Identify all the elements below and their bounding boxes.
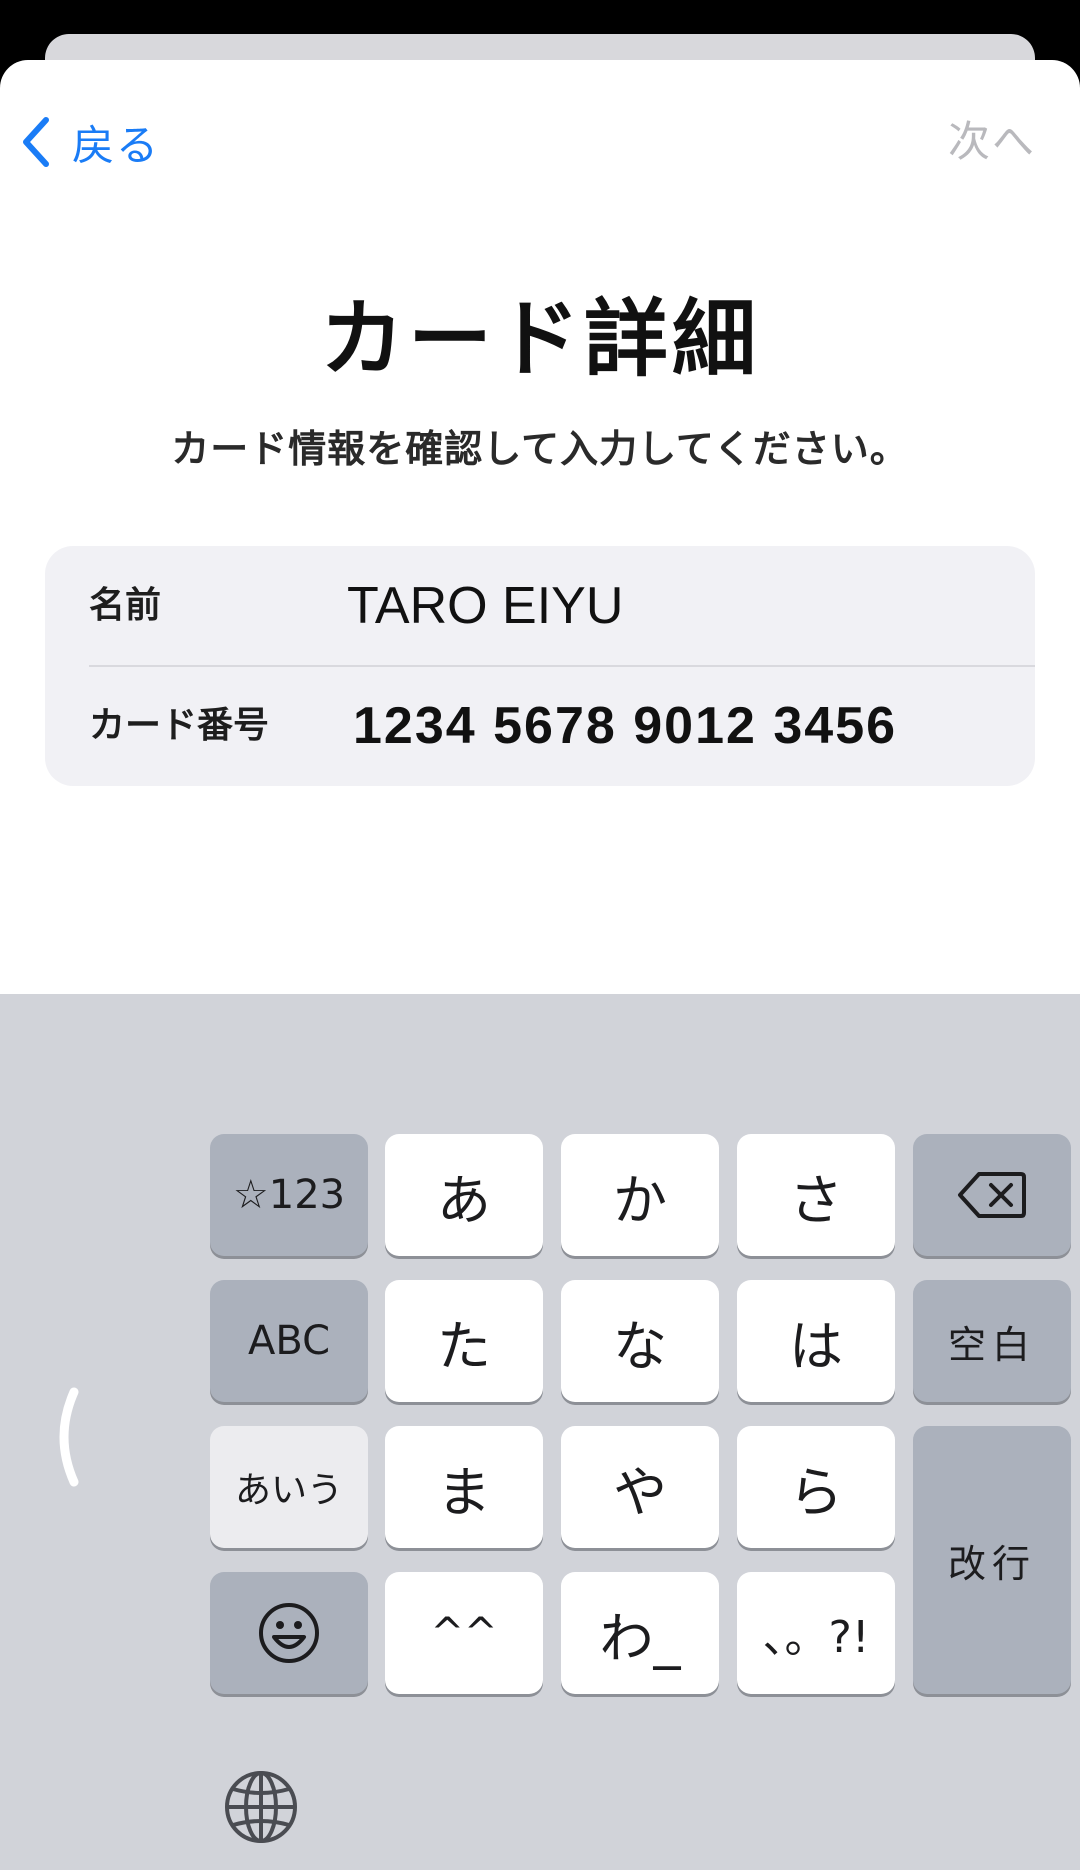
kana-key-label: わ_	[599, 1606, 681, 1670]
next-button[interactable]: 次へ	[948, 110, 1036, 174]
kana-key-ka[interactable]: か	[561, 1134, 719, 1256]
punctuation-key[interactable]: 、。?!	[737, 1572, 895, 1694]
chevron-left-icon[interactable]	[46, 1386, 80, 1488]
name-field[interactable]	[347, 546, 1007, 666]
kana-key-label: さ	[789, 1168, 843, 1232]
abc-mode-label: ABC	[247, 1318, 331, 1364]
kana-key-label: か	[613, 1168, 667, 1232]
globe-icon[interactable]	[222, 1768, 300, 1846]
kana-key-label: ま	[437, 1460, 491, 1524]
card-form: 名前 カード番号	[45, 546, 1035, 786]
return-key[interactable]: 改行	[913, 1426, 1071, 1694]
emoji-key[interactable]	[210, 1572, 368, 1694]
kana-mode-label: あいう	[234, 1470, 343, 1511]
return-key-label: 改行	[947, 1541, 1036, 1586]
delete-key[interactable]	[913, 1134, 1071, 1256]
kana-key-ha[interactable]: は	[737, 1280, 895, 1402]
screen: 戻る 次へ カード詳細 カード情報を確認して入力してください。 名前 カード番号…	[0, 0, 1080, 1870]
back-button[interactable]: 戻る	[20, 110, 160, 174]
space-key-label: 空白	[947, 1322, 1036, 1367]
symbols-mode-key[interactable]: ☆123	[210, 1134, 368, 1256]
chevron-left-icon	[23, 117, 49, 167]
card-number-label: カード番号	[89, 705, 270, 746]
backspace-icon	[958, 1172, 1026, 1218]
symbols-mode-label: ☆123	[232, 1172, 346, 1218]
page-title: カード詳細	[319, 290, 760, 388]
kana-key-a[interactable]: あ	[385, 1134, 543, 1256]
kana-key-label: ら	[789, 1460, 843, 1524]
kana-key-label: あ	[437, 1168, 491, 1232]
kana-key-label: た	[437, 1314, 491, 1378]
punctuation-key-label: 、。?!	[762, 1612, 870, 1663]
kaomoji-key-label: ^^	[430, 1610, 498, 1656]
kana-key-wa[interactable]: わ_	[561, 1572, 719, 1694]
kana-key-label: や	[613, 1460, 667, 1524]
kana-key-ma[interactable]: ま	[385, 1426, 543, 1548]
name-label: 名前	[89, 585, 162, 626]
kana-key-label: は	[789, 1314, 843, 1378]
card-number-field[interactable]	[353, 666, 1013, 786]
kaomoji-key[interactable]: ^^	[385, 1572, 543, 1694]
name-row: 名前	[45, 546, 1035, 667]
kana-key-na[interactable]: な	[561, 1280, 719, 1402]
kana-mode-key[interactable]: あいう	[210, 1426, 368, 1548]
back-button-label: 戻る	[72, 120, 161, 170]
japanese-kana-keyboard: ☆123 あ か さ ABC た な は 空白 あいう ま や ら 改行 ^^ …	[0, 994, 1080, 1870]
kana-key-ra[interactable]: ら	[737, 1426, 895, 1548]
space-key[interactable]: 空白	[913, 1280, 1071, 1402]
kana-key-sa[interactable]: さ	[737, 1134, 895, 1256]
kana-key-label: な	[613, 1314, 667, 1378]
abc-mode-key[interactable]: ABC	[210, 1280, 368, 1402]
page-subtitle: カード情報を確認して入力してください。	[171, 427, 909, 471]
kana-key-ta[interactable]: た	[385, 1280, 543, 1402]
emoji-smile-icon	[259, 1603, 319, 1663]
card-number-row: カード番号	[45, 666, 1035, 786]
kana-key-ya[interactable]: や	[561, 1426, 719, 1548]
